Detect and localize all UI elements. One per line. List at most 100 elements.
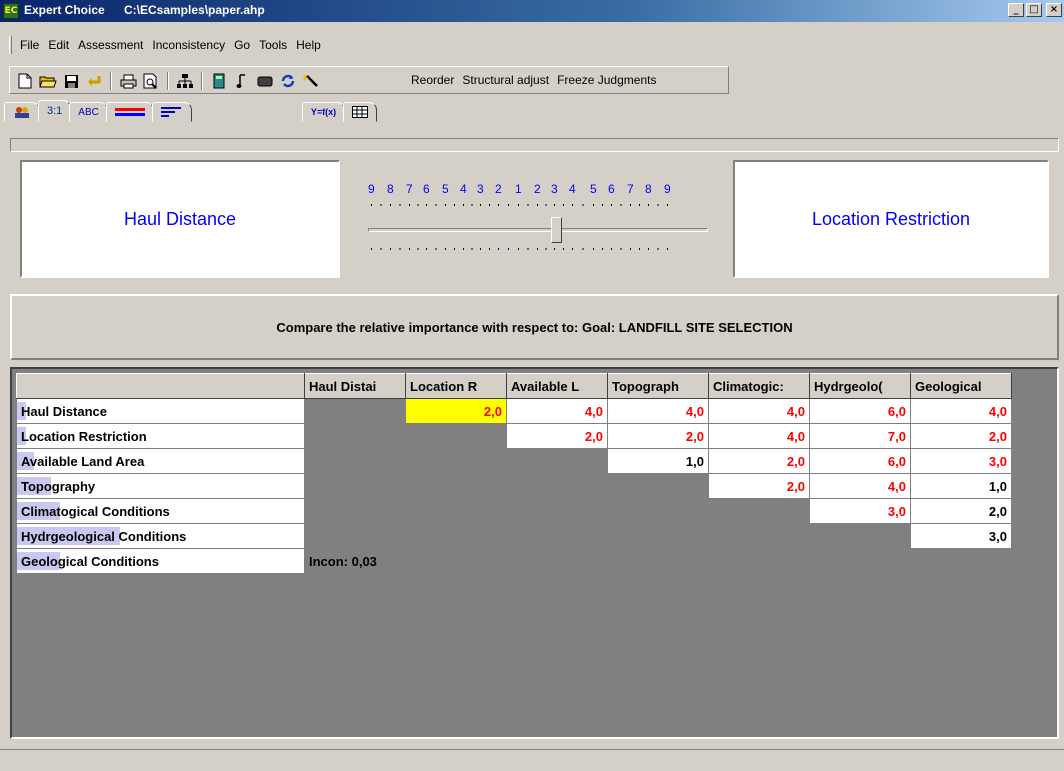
matrix-cell[interactable]: 2,0 [708,448,810,474]
tab-grid[interactable] [343,102,378,122]
freeze-judgments-button[interactable]: Freeze Judgments [557,73,656,87]
scale-number[interactable]: 5 [590,182,597,196]
minimize-button[interactable]: _ [1008,3,1024,17]
save-disk-icon[interactable] [62,72,80,90]
matrix-cell[interactable]: 2,0 [910,423,1012,449]
menu-edit[interactable]: Edit [48,38,69,52]
scale-tick [417,204,419,206]
reorder-button[interactable]: Reorder [411,73,454,87]
scale-tick [572,204,573,206]
calculator-icon[interactable] [210,72,228,90]
matrix-cell[interactable]: 7,0 [809,423,911,449]
menu-grip[interactable] [9,36,12,54]
column-header[interactable]: Climatogic: [708,373,810,399]
row-header[interactable]: Climatogical Conditions [16,498,305,524]
tab-formula[interactable]: Y=f(x) [301,102,346,122]
menu-assessment[interactable]: Assessment [78,38,143,52]
matrix-cell[interactable]: 4,0 [607,398,709,424]
matrix-row: Topography 2,0 4,0 1,0 [16,473,1012,499]
matrix-cell[interactable]: 4,0 [506,398,608,424]
scale-number[interactable]: 1 [515,182,522,196]
matrix-cell[interactable]: 2,0 [506,423,608,449]
matrix-cell[interactable]: 3,0 [809,498,911,524]
matrix-cell[interactable]: 3,0 [910,448,1012,474]
row-header[interactable]: Geological Conditions [16,548,305,574]
refresh-icon[interactable] [279,72,297,90]
scale-number[interactable]: 4 [460,182,467,196]
matrix-cell[interactable]: 3,0 [910,523,1012,549]
new-file-icon[interactable] [16,72,34,90]
menu-file[interactable]: File [20,38,39,52]
scale-tick [390,204,391,206]
matrix-cell[interactable]: 2,0 [910,498,1012,524]
matrix-cell-disabled [607,548,709,574]
scale-tick [648,204,649,206]
matrix-cell[interactable]: 4,0 [809,473,911,499]
slider-track[interactable] [368,228,708,232]
column-header[interactable]: Available L [506,373,608,399]
scale-number[interactable]: 9 [368,182,375,196]
column-header[interactable]: Haul Distai [304,373,406,399]
column-header[interactable]: Topograph [607,373,709,399]
matrix-cell[interactable]: 6,0 [809,398,911,424]
scale-number[interactable]: 7 [627,182,634,196]
open-folder-icon[interactable] [39,72,57,90]
scale-number[interactable]: 2 [495,182,502,196]
matrix-cell-disabled [405,548,507,574]
tab-numerical[interactable]: 3:1 [38,100,72,122]
close-button[interactable]: × [1046,3,1062,17]
window-controls: _ □ × [1008,3,1062,17]
magic-wand-icon[interactable] [302,72,320,90]
matrix-cell[interactable]: 2,0 [607,423,709,449]
scale-tick [620,204,622,206]
scale-number[interactable]: 6 [608,182,615,196]
tab-verbal[interactable]: ABC [69,102,108,122]
tab-people[interactable] [4,102,40,122]
keyboard-icon[interactable] [256,72,274,90]
row-header[interactable]: Available Land Area [16,448,305,474]
undo-arrow-icon[interactable] [85,72,103,90]
matrix-cell[interactable]: 6,0 [809,448,911,474]
menu-help[interactable]: Help [296,38,321,52]
right-element-box[interactable]: Location Restriction [733,160,1049,278]
music-note-icon[interactable] [233,72,251,90]
slider-thumb[interactable] [551,217,562,243]
matrix-cell[interactable]: 4,0 [910,398,1012,424]
row-header[interactable]: Topography [16,473,305,499]
scale-tick [667,248,668,250]
row-header[interactable]: Haul Distance [16,398,305,424]
matrix-cell[interactable]: 4,0 [708,423,810,449]
column-header[interactable]: Geological [910,373,1012,399]
scale-number[interactable]: 4 [569,182,576,196]
menu-tools[interactable]: Tools [259,38,287,52]
matrix-cell-selected[interactable]: 2,0 [405,398,507,424]
scale-number[interactable]: 9 [664,182,671,196]
matrix-cell[interactable]: 2,0 [708,473,810,499]
print-icon[interactable] [119,72,137,90]
app-logo-icon[interactable]: EC [3,3,19,19]
tab-graphical[interactable] [105,102,154,122]
column-header[interactable]: Location R [405,373,507,399]
column-header[interactable]: Hydrgeolo( [809,373,911,399]
scale-number[interactable]: 6 [423,182,430,196]
matrix-cell[interactable]: 4,0 [708,398,810,424]
matrix-cell[interactable]: 1,0 [607,448,709,474]
scale-number[interactable]: 3 [477,182,484,196]
structural-adjust-button[interactable]: Structural adjust [462,73,549,87]
hierarchy-icon[interactable] [176,72,194,90]
scale-number[interactable]: 2 [534,182,541,196]
menu-go[interactable]: Go [234,38,250,52]
tab-sorted[interactable] [151,102,192,122]
row-header[interactable]: Location Restriction [16,423,305,449]
scale-number[interactable]: 3 [551,182,558,196]
scale-number[interactable]: 7 [406,182,413,196]
maximize-button[interactable]: □ [1026,3,1042,17]
print-preview-icon[interactable] [142,72,160,90]
row-header[interactable]: Hydrgeological Conditions [16,523,305,549]
scale-number[interactable]: 8 [645,182,652,196]
matrix-cell[interactable]: 1,0 [910,473,1012,499]
left-element-box[interactable]: Haul Distance [20,160,340,278]
scale-number[interactable]: 5 [442,182,449,196]
menu-inconsistency[interactable]: Inconsistency [152,38,225,52]
scale-number[interactable]: 8 [387,182,394,196]
